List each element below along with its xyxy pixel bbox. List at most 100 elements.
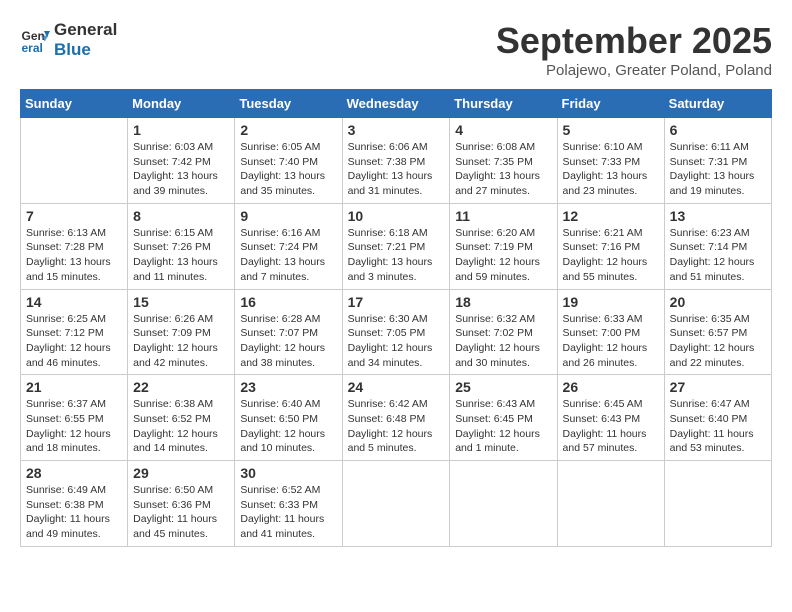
day-number: 6 <box>670 122 766 138</box>
day-number: 16 <box>240 294 336 310</box>
day-number: 13 <box>670 208 766 224</box>
day-info: Sunrise: 6:43 AM Sunset: 6:45 PM Dayligh… <box>455 397 551 456</box>
day-number: 2 <box>240 122 336 138</box>
calendar-header-row: SundayMondayTuesdayWednesdayThursdayFrid… <box>21 90 772 118</box>
day-info: Sunrise: 6:03 AM Sunset: 7:42 PM Dayligh… <box>133 140 229 199</box>
day-info: Sunrise: 6:08 AM Sunset: 7:35 PM Dayligh… <box>455 140 551 199</box>
day-number: 4 <box>455 122 551 138</box>
day-info: Sunrise: 6:37 AM Sunset: 6:55 PM Dayligh… <box>26 397 122 456</box>
day-info: Sunrise: 6:40 AM Sunset: 6:50 PM Dayligh… <box>240 397 336 456</box>
weekday-header-monday: Monday <box>128 90 235 118</box>
calendar-cell: 13 Sunrise: 6:23 AM Sunset: 7:14 PM Dayli… <box>664 203 771 289</box>
calendar-cell: 10 Sunrise: 6:18 AM Sunset: 7:21 PM Dayli… <box>342 203 450 289</box>
svg-text:eral: eral <box>22 41 43 55</box>
calendar-cell: 28Sunrise: 6:49 AM Sunset: 6:38 PM Dayli… <box>21 461 128 547</box>
calendar-cell: 27 Sunrise: 6:47 AM Sunset: 6:40 PM Dayli… <box>664 375 771 461</box>
calendar-cell: 17Sunrise: 6:30 AM Sunset: 7:05 PM Dayli… <box>342 289 450 375</box>
day-info: Sunrise: 6:42 AM Sunset: 6:48 PM Dayligh… <box>348 397 445 456</box>
calendar-cell <box>557 461 664 547</box>
day-number: 22 <box>133 379 229 395</box>
day-info: Sunrise: 6:32 AM Sunset: 7:02 PM Dayligh… <box>455 312 551 371</box>
day-number: 25 <box>455 379 551 395</box>
day-number: 14 <box>26 294 122 310</box>
day-number: 8 <box>133 208 229 224</box>
page-header: Gen eral General Blue September 2025 Pol… <box>20 20 772 79</box>
logo: Gen eral General Blue <box>20 20 117 59</box>
day-number: 18 <box>455 294 551 310</box>
day-info: Sunrise: 6:28 AM Sunset: 7:07 PM Dayligh… <box>240 312 336 371</box>
day-info: Sunrise: 6:23 AM Sunset: 7:14 PM Dayligh… <box>670 226 766 285</box>
day-number: 11 <box>455 208 551 224</box>
calendar-cell: 16 Sunrise: 6:28 AM Sunset: 7:07 PM Dayli… <box>235 289 342 375</box>
calendar-cell: 18 Sunrise: 6:32 AM Sunset: 7:02 PM Dayli… <box>450 289 557 375</box>
day-number: 17 <box>348 294 445 310</box>
logo-text-line2: Blue <box>54 40 117 60</box>
day-info: Sunrise: 6:49 AM Sunset: 6:38 PM Dayligh… <box>26 483 122 542</box>
calendar-week-row: 21 Sunrise: 6:37 AM Sunset: 6:55 PM Dayli… <box>21 375 772 461</box>
calendar-cell: 23 Sunrise: 6:40 AM Sunset: 6:50 PM Dayli… <box>235 375 342 461</box>
day-info: Sunrise: 6:25 AM Sunset: 7:12 PM Dayligh… <box>26 312 122 371</box>
calendar-cell: 4 Sunrise: 6:08 AM Sunset: 7:35 PM Daylig… <box>450 118 557 204</box>
calendar-cell: 19 Sunrise: 6:33 AM Sunset: 7:00 PM Dayli… <box>557 289 664 375</box>
day-info: Sunrise: 6:35 AM Sunset: 6:57 PM Dayligh… <box>670 312 766 371</box>
day-info: Sunrise: 6:50 AM Sunset: 6:36 PM Dayligh… <box>133 483 229 542</box>
location: Polajewo, Greater Poland, Poland <box>496 62 772 79</box>
calendar-cell: 25 Sunrise: 6:43 AM Sunset: 6:45 PM Dayli… <box>450 375 557 461</box>
weekday-header-saturday: Saturday <box>664 90 771 118</box>
day-info: Sunrise: 6:47 AM Sunset: 6:40 PM Dayligh… <box>670 397 766 456</box>
day-info: Sunrise: 6:18 AM Sunset: 7:21 PM Dayligh… <box>348 226 445 285</box>
day-number: 1 <box>133 122 229 138</box>
day-number: 23 <box>240 379 336 395</box>
month-title: September 2025 <box>496 20 772 62</box>
day-info: Sunrise: 6:11 AM Sunset: 7:31 PM Dayligh… <box>670 140 766 199</box>
calendar-cell: 2Sunrise: 6:05 AM Sunset: 7:40 PM Daylig… <box>235 118 342 204</box>
day-info: Sunrise: 6:13 AM Sunset: 7:28 PM Dayligh… <box>26 226 122 285</box>
calendar-cell <box>664 461 771 547</box>
calendar-cell <box>450 461 557 547</box>
day-number: 10 <box>348 208 445 224</box>
calendar-cell <box>21 118 128 204</box>
weekday-header-friday: Friday <box>557 90 664 118</box>
day-number: 26 <box>563 379 659 395</box>
day-info: Sunrise: 6:20 AM Sunset: 7:19 PM Dayligh… <box>455 226 551 285</box>
calendar-week-row: 1 Sunrise: 6:03 AM Sunset: 7:42 PM Daylig… <box>21 118 772 204</box>
calendar-cell: 26 Sunrise: 6:45 AM Sunset: 6:43 PM Dayli… <box>557 375 664 461</box>
calendar-cell: 29Sunrise: 6:50 AM Sunset: 6:36 PM Dayli… <box>128 461 235 547</box>
calendar-cell: 8Sunrise: 6:15 AM Sunset: 7:26 PM Daylig… <box>128 203 235 289</box>
day-number: 3 <box>348 122 445 138</box>
day-number: 27 <box>670 379 766 395</box>
calendar-cell: 1 Sunrise: 6:03 AM Sunset: 7:42 PM Daylig… <box>128 118 235 204</box>
day-number: 19 <box>563 294 659 310</box>
day-number: 5 <box>563 122 659 138</box>
calendar-week-row: 28Sunrise: 6:49 AM Sunset: 6:38 PM Dayli… <box>21 461 772 547</box>
calendar-cell: 21 Sunrise: 6:37 AM Sunset: 6:55 PM Dayli… <box>21 375 128 461</box>
day-info: Sunrise: 6:06 AM Sunset: 7:38 PM Dayligh… <box>348 140 445 199</box>
day-number: 9 <box>240 208 336 224</box>
calendar-cell: 12Sunrise: 6:21 AM Sunset: 7:16 PM Dayli… <box>557 203 664 289</box>
weekday-header-thursday: Thursday <box>450 90 557 118</box>
weekday-header-wednesday: Wednesday <box>342 90 450 118</box>
calendar-cell: 6 Sunrise: 6:11 AM Sunset: 7:31 PM Daylig… <box>664 118 771 204</box>
day-info: Sunrise: 6:33 AM Sunset: 7:00 PM Dayligh… <box>563 312 659 371</box>
day-info: Sunrise: 6:52 AM Sunset: 6:33 PM Dayligh… <box>240 483 336 542</box>
calendar-cell: 24Sunrise: 6:42 AM Sunset: 6:48 PM Dayli… <box>342 375 450 461</box>
calendar-cell: 14 Sunrise: 6:25 AM Sunset: 7:12 PM Dayli… <box>21 289 128 375</box>
calendar-cell: 30 Sunrise: 6:52 AM Sunset: 6:33 PM Dayli… <box>235 461 342 547</box>
weekday-header-tuesday: Tuesday <box>235 90 342 118</box>
weekday-header-sunday: Sunday <box>21 90 128 118</box>
day-number: 12 <box>563 208 659 224</box>
day-info: Sunrise: 6:45 AM Sunset: 6:43 PM Dayligh… <box>563 397 659 456</box>
day-number: 20 <box>670 294 766 310</box>
calendar-cell: 22Sunrise: 6:38 AM Sunset: 6:52 PM Dayli… <box>128 375 235 461</box>
calendar-week-row: 7Sunrise: 6:13 AM Sunset: 7:28 PM Daylig… <box>21 203 772 289</box>
calendar-table: SundayMondayTuesdayWednesdayThursdayFrid… <box>20 89 772 547</box>
title-block: September 2025 Polajewo, Greater Poland,… <box>496 20 772 79</box>
day-number: 30 <box>240 465 336 481</box>
calendar-cell: 7Sunrise: 6:13 AM Sunset: 7:28 PM Daylig… <box>21 203 128 289</box>
logo-icon: Gen eral <box>20 25 50 55</box>
day-number: 21 <box>26 379 122 395</box>
day-info: Sunrise: 6:16 AM Sunset: 7:24 PM Dayligh… <box>240 226 336 285</box>
calendar-cell: 11 Sunrise: 6:20 AM Sunset: 7:19 PM Dayli… <box>450 203 557 289</box>
calendar-cell: 15Sunrise: 6:26 AM Sunset: 7:09 PM Dayli… <box>128 289 235 375</box>
logo-text-line1: General <box>54 20 117 40</box>
